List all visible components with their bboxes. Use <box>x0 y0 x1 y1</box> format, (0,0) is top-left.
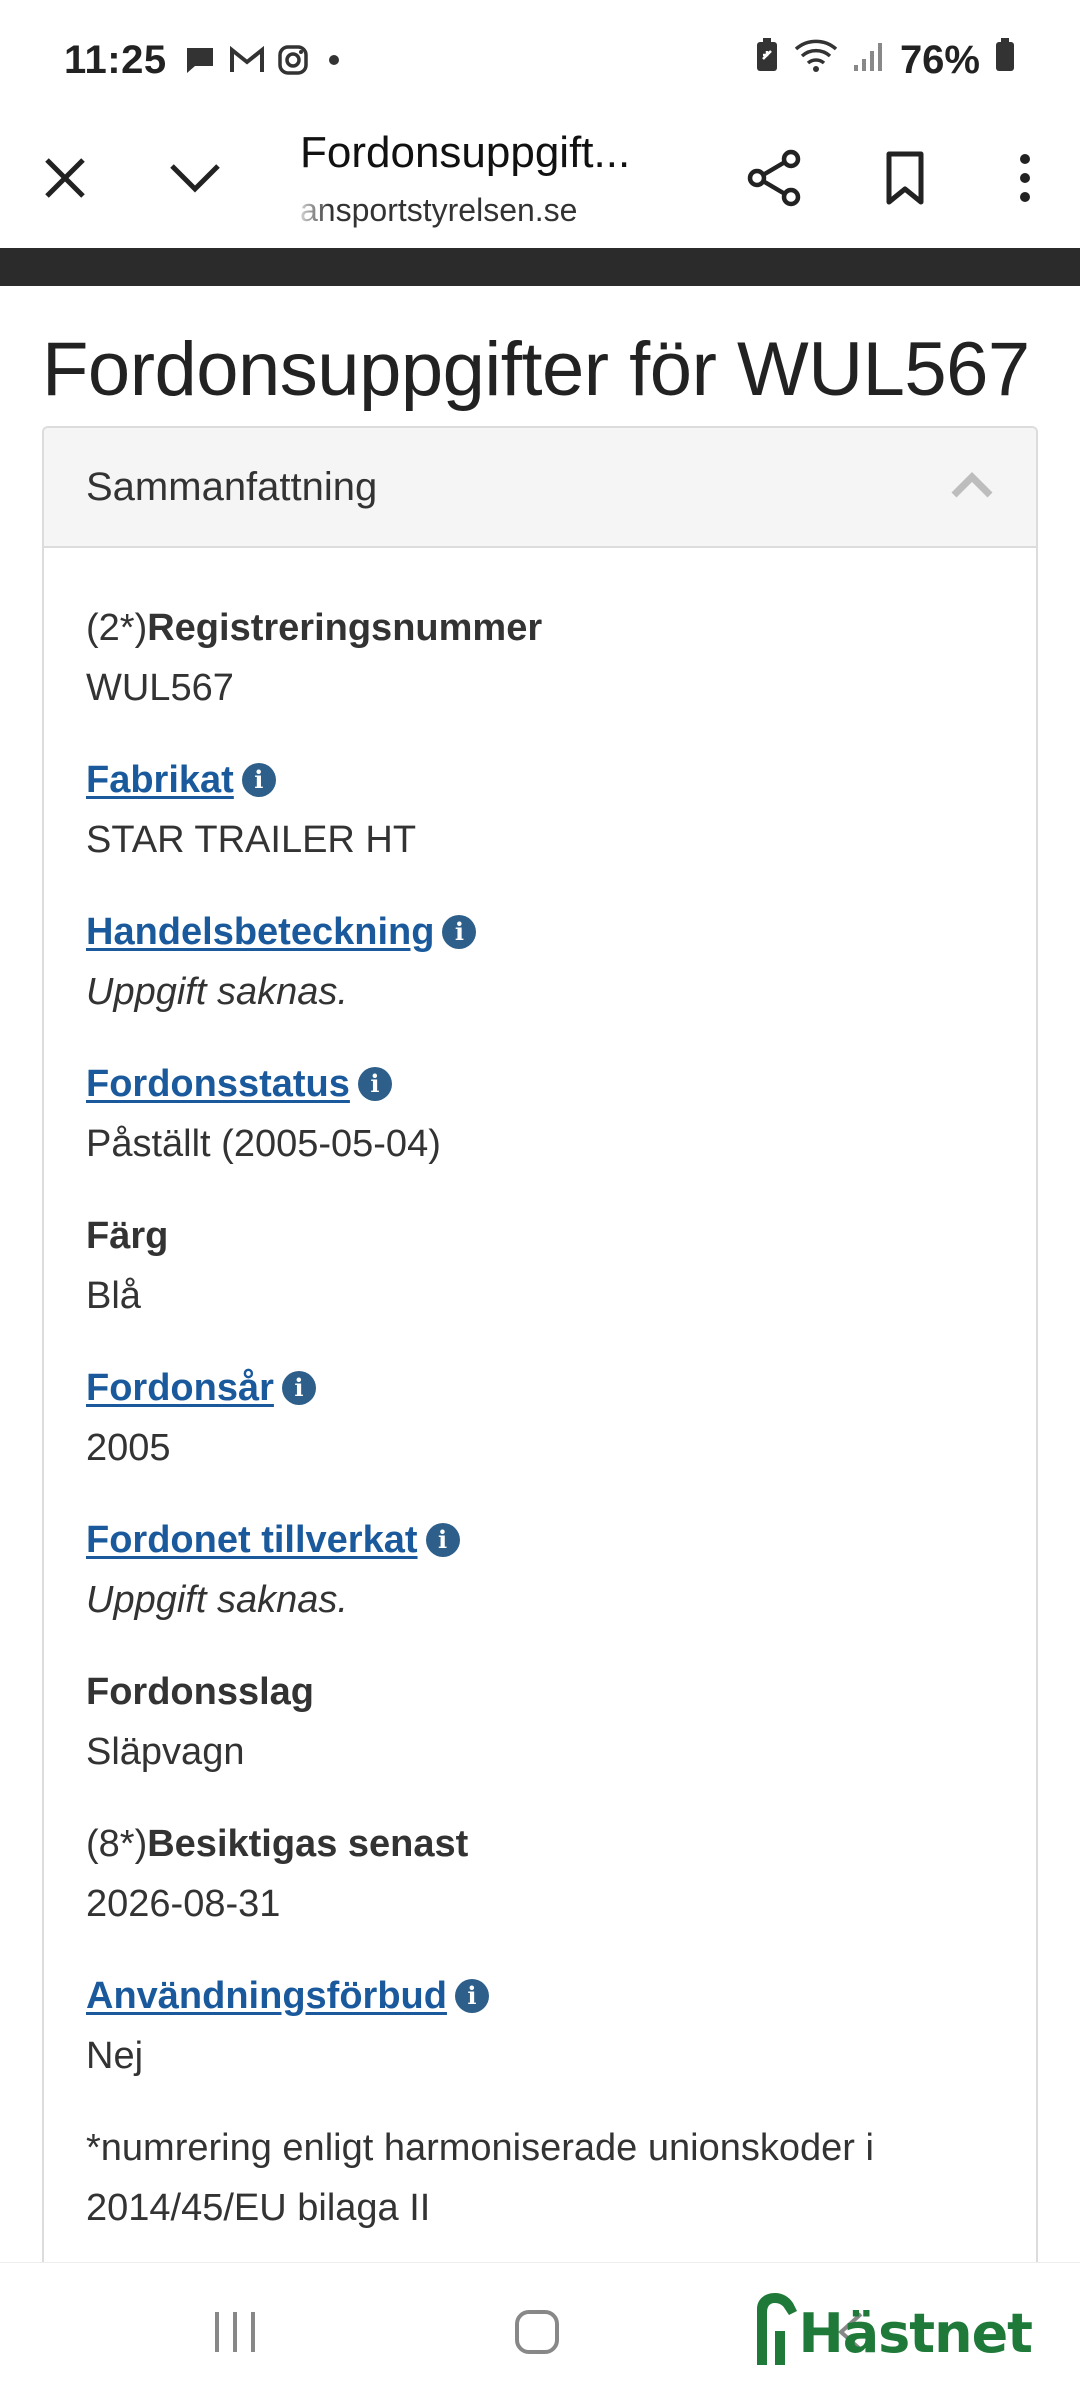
field-label: Registreringsnummer <box>147 607 543 649</box>
field-code-prefix: (2*) <box>86 607 148 649</box>
info-icon[interactable]: i <box>281 1371 316 1405</box>
info-icon[interactable]: i <box>442 915 477 949</box>
share-button[interactable] <box>710 108 840 248</box>
field-label-link[interactable]: Handelsbeteckning <box>86 902 434 962</box>
site-header-strip <box>0 248 1080 286</box>
field-value: Uppgift saknas. <box>86 1579 348 1621</box>
browser-url: ansportstyrelsen.se <box>300 191 578 228</box>
field-item: (2*) Registreringsnummer WUL567 <box>86 598 994 718</box>
brand-logo: Hästnet <box>753 2291 1033 2365</box>
field-label: Besiktigas senast <box>147 1823 469 1865</box>
field-label-row: (8*) Besiktigas senast <box>86 1814 994 1874</box>
field-label: Färg <box>86 1215 169 1257</box>
recent-apps-button[interactable] <box>185 2263 285 2401</box>
close-button[interactable] <box>0 108 130 248</box>
instagram-icon <box>277 44 309 76</box>
field-value: Blå <box>86 1275 141 1317</box>
field-item: Fabrikat i STAR TRAILER HT <box>86 750 994 870</box>
summary-panel-title: Sammanfattning <box>86 464 378 509</box>
home-icon <box>515 2310 559 2354</box>
field-item: Fordonsstatus i Påställt (2005-05-04) <box>86 1054 994 1174</box>
browser-title-area[interactable]: Fordonsuppgift... ansportstyrelsen.se <box>260 128 710 229</box>
close-icon <box>45 158 85 198</box>
signal-icon <box>852 38 886 83</box>
bookmark-button[interactable] <box>840 108 970 248</box>
field-item: Fordonsslag Släpvagn <box>86 1662 994 1782</box>
battery-icon <box>994 37 1016 83</box>
bookmark-icon <box>886 151 924 205</box>
page-title: Fordonsuppgifter för WUL567 <box>42 327 1030 412</box>
field-label-row: Användningsförbud i <box>86 1966 994 2026</box>
field-value: Släpvagn <box>86 1731 245 1773</box>
status-time: 11:25 <box>64 37 167 82</box>
home-button[interactable] <box>487 2263 587 2401</box>
brand-name: Hästnet <box>798 2302 1033 2365</box>
chevron-up-icon <box>950 471 994 504</box>
info-icon[interactable]: i <box>357 1067 392 1101</box>
field-value: 2005 <box>86 1427 171 1469</box>
field-value: Nej <box>86 2035 144 2077</box>
field-label-link[interactable]: Fordonsår <box>86 1358 274 1418</box>
field-label-row: Fordonsslag <box>86 1662 994 1722</box>
browser-toolbar: Fordonsuppgift... ansportstyrelsen.se <box>0 108 1080 248</box>
field-label-row: Fordonsstatus i <box>86 1054 994 1114</box>
field-value: WUL567 <box>86 667 234 709</box>
more-vert-icon <box>1020 154 1030 202</box>
share-icon <box>747 149 801 207</box>
field-label-link[interactable]: Fabrikat <box>86 750 234 810</box>
field-item: Fordonet tillverkat i Uppgift saknas. <box>86 1510 994 1630</box>
summary-panel: Sammanfattning (2*) Registreringsnummer WU… <box>42 426 1038 2306</box>
dot-icon <box>328 55 339 65</box>
info-icon[interactable]: i <box>241 763 276 797</box>
chat-icon <box>183 44 217 76</box>
field-label-row: Färg <box>86 1206 994 1266</box>
field-item: Användningsförbud i Nej <box>86 1966 994 2086</box>
field-value: Uppgift saknas. <box>86 971 348 1013</box>
gmail-icon <box>229 45 265 75</box>
info-icon[interactable]: i <box>425 1523 460 1557</box>
field-code-prefix: (8*) <box>86 1823 148 1865</box>
battery-percent: 76% <box>899 37 980 82</box>
status-bar: 11:25 76% <box>0 0 1080 120</box>
chevron-down-icon <box>170 164 220 193</box>
field-label-row: Fabrikat i <box>86 750 994 810</box>
field-item: (8*) Besiktigas senast 2026-08-31 <box>86 1814 994 1934</box>
field-label-row: (2*) Registreringsnummer <box>86 598 994 658</box>
browser-page-title: Fordonsuppgift... <box>300 127 631 177</box>
summary-panel-header[interactable]: Sammanfattning <box>44 428 1036 548</box>
more-options-button[interactable] <box>970 108 1080 248</box>
field-item: Fordonsår i 2005 <box>86 1358 994 1478</box>
field-label: Fordonsslag <box>86 1671 315 1713</box>
field-label-row: Fordonsår i <box>86 1358 994 1418</box>
collapse-button[interactable] <box>130 108 260 248</box>
battery-saver-icon <box>754 37 780 83</box>
info-icon[interactable]: i <box>454 1979 489 2013</box>
field-label-link[interactable]: Fordonet tillverkat <box>86 1510 418 1570</box>
footnote: *numrering enligt harmoniserade unionsko… <box>86 2127 874 2229</box>
summary-fields: (2*) Registreringsnummer WUL567 Fabrikat i ST… <box>44 548 1036 2086</box>
field-value: STAR TRAILER HT <box>86 819 417 861</box>
recent-apps-icon <box>215 2312 255 2352</box>
page-content: Fordonsuppgifter för WUL567 Sammanfattni… <box>0 286 1080 2306</box>
field-label-row: Fordonet tillverkat i <box>86 1510 994 1570</box>
field-label-row: Handelsbeteckning i <box>86 902 994 962</box>
system-nav-bar: Hästnet <box>0 2262 1080 2400</box>
field-label-link[interactable]: Fordonsstatus <box>86 1054 350 1114</box>
field-value: Påställt (2005-05-04) <box>86 1123 441 1165</box>
field-label-link[interactable]: Användningsförbud <box>86 1966 447 2026</box>
field-item: Färg Blå <box>86 1206 994 1326</box>
field-item: Handelsbeteckning i Uppgift saknas. <box>86 902 994 1022</box>
field-value: 2026-08-31 <box>86 1883 281 1925</box>
horse-icon <box>756 2293 797 2365</box>
wifi-icon <box>794 37 838 83</box>
